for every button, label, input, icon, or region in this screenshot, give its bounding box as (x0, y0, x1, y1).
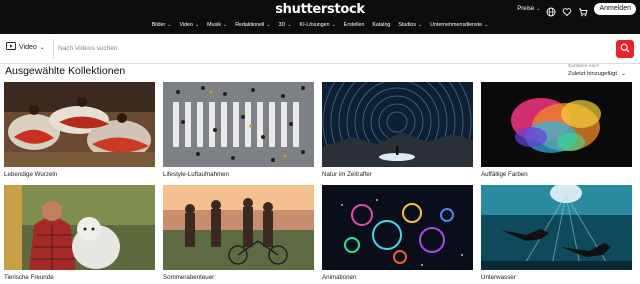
collection-thumbnail[interactable] (322, 185, 473, 270)
collection-card[interactable]: Lifestyle-Luftaufnahmen (163, 82, 314, 178)
sort-value: Zuletzt hinzugefügt (568, 71, 617, 77)
collection-card[interactable]: Animationen (322, 185, 473, 281)
nav-item-katalog[interactable]: Katalog (372, 22, 390, 28)
collection-card[interactable]: Tierische Freunde (4, 185, 155, 281)
chevron-down-icon: ⌄ (418, 22, 423, 28)
collection-card[interactable]: Lebendige Wurzeln (4, 82, 155, 178)
nav-item-redaktionell[interactable]: Redaktionell ⌄ (235, 22, 270, 28)
header-tools: Preise ⌄ Anmelden (517, 3, 636, 17)
collection-thumbnail[interactable] (481, 82, 632, 167)
nav-label: Redaktionell (235, 22, 265, 28)
nav-label: Musik (207, 22, 221, 28)
main-nav: Bilder ⌄ Video ⌄ Musik ⌄ Redaktionell ⌄ 3D ⌄ … (0, 22, 640, 28)
collection-thumbnail[interactable] (163, 82, 314, 167)
collection-thumbnail[interactable] (4, 82, 155, 167)
nav-label: Erstellen (343, 22, 365, 28)
media-type-select[interactable]: Video ⌄ (6, 42, 45, 52)
collection-card[interactable]: Auffällige Farben (481, 82, 632, 178)
nav-item-ki-loesungen[interactable]: KI-Lösungen ⌄ (300, 22, 336, 28)
video-icon (6, 42, 16, 52)
collection-thumbnail[interactable] (4, 185, 155, 270)
search-bar: Video ⌄ (0, 34, 640, 64)
sort-label: Sortieren nach (568, 64, 600, 69)
chevron-down-icon: ⌄ (167, 22, 172, 28)
chevron-down-icon: ⌄ (266, 22, 271, 28)
nav-item-unternehmensdienste[interactable]: Unternehmensdienste ⌄ (430, 22, 488, 28)
search-input[interactable] (58, 41, 508, 55)
collection-thumbnail[interactable] (163, 185, 314, 270)
nav-label: Video (179, 22, 193, 28)
globe-icon[interactable] (546, 4, 556, 17)
media-type-label: Video (19, 43, 37, 51)
nav-label: Katalog (372, 22, 391, 28)
nav-label: Unternehmensdienste (430, 22, 483, 28)
nav-item-erstellen[interactable]: Erstellen (344, 22, 365, 28)
collection-card[interactable]: Natur im Zeitraffer (322, 82, 473, 178)
collection-card[interactable]: Unterwasser (481, 185, 632, 281)
cart-icon[interactable] (578, 4, 589, 17)
nav-label: Studios (398, 22, 417, 28)
chevron-down-icon: ⌄ (194, 22, 200, 28)
nav-label: KI-Lösungen (299, 22, 330, 28)
nav-item-video[interactable]: Video ⌄ (179, 22, 199, 28)
heart-icon[interactable] (562, 4, 572, 17)
chevron-down-icon: ⌄ (39, 44, 45, 51)
collection-title[interactable]: Tierische Freunde (4, 274, 155, 281)
collection-card[interactable]: Sommerabenteuer (163, 185, 314, 281)
collection-title[interactable]: Lifestyle-Luftaufnahmen (163, 171, 314, 178)
sort-select[interactable]: Zuletzt hinzugefügt ⌄ (568, 71, 626, 77)
search-icon (620, 40, 630, 58)
nav-item-studios[interactable]: Studios ⌄ (398, 22, 422, 28)
nav-item-bilder[interactable]: Bilder ⌄ (152, 22, 172, 28)
collection-title[interactable]: Animationen (322, 274, 473, 281)
search-button[interactable] (616, 40, 634, 58)
collection-title[interactable]: Natur im Zeitraffer (322, 171, 473, 178)
nav-label: 3D (278, 22, 286, 28)
nav-item-3d[interactable]: 3D ⌄ (279, 22, 292, 28)
nav-item-musik[interactable]: Musik ⌄ (207, 22, 227, 28)
page-title: Ausgewählte Kollektionen (5, 65, 126, 77)
top-header: shutterstock Preise ⌄ Anmelden Bilder ⌄ V… (0, 0, 640, 34)
collection-title[interactable]: Sommerabenteuer (163, 274, 314, 281)
collection-thumbnail[interactable] (481, 185, 632, 270)
collection-title[interactable]: Unterwasser (481, 274, 632, 281)
chevron-down-icon: ⌄ (222, 22, 228, 28)
login-button[interactable]: Anmelden (594, 3, 636, 15)
collection-title[interactable]: Auffällige Farben (481, 171, 632, 178)
nav-label: Bilder (151, 22, 166, 28)
chevron-down-icon: ⌄ (536, 6, 541, 12)
collection-thumbnail[interactable] (322, 82, 473, 167)
chevron-down-icon: ⌄ (287, 22, 292, 28)
prices-label: Preise (517, 6, 535, 12)
chevron-down-icon: ⌄ (484, 22, 489, 28)
collection-title[interactable]: Lebendige Wurzeln (4, 171, 155, 178)
chevron-down-icon: ⌄ (331, 22, 336, 28)
divider (53, 39, 54, 59)
chevron-down-icon: ⌄ (620, 71, 626, 77)
prices-menu[interactable]: Preise ⌄ (517, 6, 540, 12)
